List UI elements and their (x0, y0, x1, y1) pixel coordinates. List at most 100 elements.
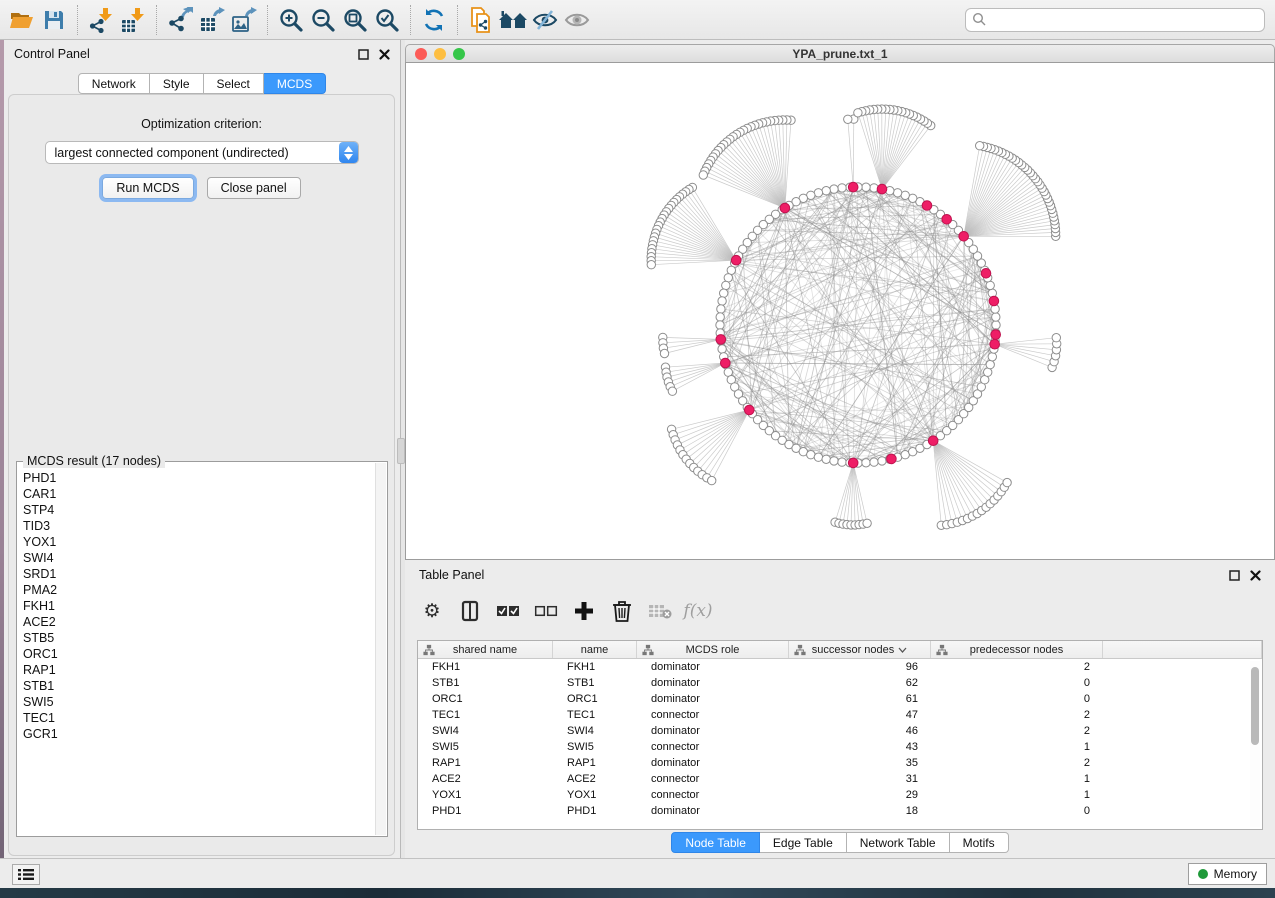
mcds-result-item[interactable]: FKH1 (18, 598, 375, 614)
cell-predecessor-nodes: 2 (931, 707, 1103, 723)
table-row[interactable]: SWI5SWI5connector431 (418, 739, 1262, 755)
toolbar-separator (410, 5, 411, 35)
mcds-result-item[interactable]: ORC1 (18, 646, 375, 662)
table-row[interactable]: SWI4SWI4dominator462 (418, 723, 1262, 739)
mcds-result-scrollbar[interactable] (375, 463, 386, 835)
table-row[interactable]: YOX1YOX1connector291 (418, 787, 1262, 803)
optimization-criterion-dropdown[interactable]: largest connected component (undirected) (45, 141, 359, 164)
zoom-fit-icon[interactable] (339, 5, 371, 35)
table-scrollbar[interactable] (1250, 661, 1260, 827)
open-file-icon[interactable] (6, 5, 38, 35)
table-row[interactable]: STB1STB1dominator620 (418, 675, 1262, 691)
column-header-shared-name[interactable]: shared name (418, 641, 553, 658)
cell-empty (1103, 803, 1262, 819)
mcds-result-item[interactable]: CAR1 (18, 486, 375, 502)
run-mcds-button[interactable]: Run MCDS (102, 177, 193, 199)
column-header-successor-nodes[interactable]: successor nodes (789, 641, 931, 658)
toggle-column-panel-icon[interactable] (455, 596, 485, 626)
import-network-icon[interactable] (85, 5, 117, 35)
show-panels-menu-button[interactable] (12, 864, 40, 885)
cell-mcds-role: connector (637, 707, 789, 723)
delete-column-icon[interactable] (607, 596, 637, 626)
mcds-result-item[interactable]: PMA2 (18, 582, 375, 598)
tab-network-table[interactable]: Network Table (847, 832, 950, 853)
table-row[interactable]: PHD1PHD1dominator180 (418, 803, 1262, 819)
column-header-mcds-role[interactable]: MCDS role (637, 641, 789, 658)
mcds-result-item[interactable]: SWI5 (18, 694, 375, 710)
mcds-result-item[interactable]: SWI4 (18, 550, 375, 566)
cell-empty (1103, 691, 1262, 707)
toolbar-separator (457, 5, 458, 35)
mcds-result-item[interactable]: PHD1 (18, 470, 375, 486)
close-panel-icon[interactable] (379, 49, 390, 60)
mcds-result-item[interactable]: GCR1 (18, 726, 375, 742)
splitter-handle[interactable] (397, 438, 405, 464)
cell-mcds-role: dominator (637, 675, 789, 691)
cell-name: ACE2 (553, 771, 637, 787)
select-all-rows-icon[interactable] (493, 596, 523, 626)
export-table-icon[interactable] (196, 5, 228, 35)
zoom-selected-icon[interactable] (371, 5, 403, 35)
mcds-result-item[interactable]: TEC1 (18, 710, 375, 726)
table-scrollbar-thumb[interactable] (1251, 667, 1259, 745)
mcds-result-item[interactable]: YOX1 (18, 534, 375, 550)
network-canvas[interactable] (405, 62, 1275, 560)
tab-network[interactable]: Network (78, 73, 150, 94)
mcds-result-item[interactable]: TID3 (18, 518, 375, 534)
deselect-all-rows-icon[interactable] (531, 596, 561, 626)
hide-graphics-details-icon[interactable] (529, 5, 561, 35)
table-row[interactable]: TEC1TEC1connector472 (418, 707, 1262, 723)
tab-node-table[interactable]: Node Table (671, 832, 760, 853)
cell-name: RAP1 (553, 755, 637, 771)
table-row[interactable]: ORC1ORC1dominator610 (418, 691, 1262, 707)
close-table-panel-icon[interactable] (1250, 570, 1261, 581)
tab-mcds[interactable]: MCDS (264, 73, 326, 94)
cell-predecessor-nodes: 0 (931, 803, 1103, 819)
float-table-panel-icon[interactable] (1229, 570, 1240, 581)
tab-style[interactable]: Style (150, 73, 204, 94)
memory-button[interactable]: Memory (1188, 863, 1267, 885)
mcds-result-list[interactable]: PHD1CAR1STP4TID3YOX1SWI4SRD1PMA2FKH1ACE2… (18, 470, 375, 835)
save-session-icon[interactable] (38, 5, 70, 35)
node-table-body: FKH1FKH1dominator962STB1STB1dominator620… (418, 659, 1262, 819)
delete-table-icon[interactable] (645, 596, 675, 626)
mcds-result-item[interactable]: ACE2 (18, 614, 375, 630)
memory-status-icon (1198, 869, 1208, 879)
zoom-out-icon[interactable] (307, 5, 339, 35)
tab-select[interactable]: Select (204, 73, 264, 94)
column-header-name[interactable]: name (553, 641, 637, 658)
float-panel-icon[interactable] (358, 49, 369, 60)
cell-mcds-role: dominator (637, 659, 789, 675)
close-panel-button[interactable]: Close panel (207, 177, 301, 199)
column-header-predecessor-nodes[interactable]: predecessor nodes (931, 641, 1103, 658)
search-input[interactable] (965, 8, 1265, 32)
show-graphics-details-icon[interactable] (561, 5, 593, 35)
export-network-icon[interactable] (164, 5, 196, 35)
duplicate-network-icon[interactable] (465, 5, 497, 35)
network-analyzer-icon[interactable] (497, 5, 529, 35)
mcds-result-item[interactable]: STB1 (18, 678, 375, 694)
cell-mcds-role: dominator (637, 691, 789, 707)
export-image-icon[interactable] (228, 5, 260, 35)
network-window-titlebar[interactable]: YPA_prune.txt_1 (405, 44, 1275, 62)
mcds-result-item[interactable]: STB5 (18, 630, 375, 646)
mcds-result-item[interactable]: SRD1 (18, 566, 375, 582)
table-row[interactable]: ACE2ACE2connector311 (418, 771, 1262, 787)
function-builder-icon[interactable]: f(x) (683, 596, 713, 626)
refresh-layout-icon[interactable] (418, 5, 450, 35)
network-window-title: YPA_prune.txt_1 (406, 47, 1274, 61)
cell-empty (1103, 723, 1262, 739)
node-table: shared namenameMCDS rolesuccessor nodesp… (417, 640, 1263, 830)
mcds-result-item[interactable]: RAP1 (18, 662, 375, 678)
zoom-in-icon[interactable] (275, 5, 307, 35)
table-row[interactable]: FKH1FKH1dominator962 (418, 659, 1262, 675)
import-table-icon[interactable] (117, 5, 149, 35)
add-column-icon[interactable] (569, 596, 599, 626)
desktop-wallpaper-bottom (0, 888, 1275, 898)
network-graph[interactable] (406, 63, 1274, 559)
tab-motifs[interactable]: Motifs (950, 832, 1009, 853)
table-settings-icon[interactable]: ⚙ (417, 596, 447, 626)
table-row[interactable]: RAP1RAP1dominator352 (418, 755, 1262, 771)
mcds-result-item[interactable]: STP4 (18, 502, 375, 518)
tab-edge-table[interactable]: Edge Table (760, 832, 847, 853)
